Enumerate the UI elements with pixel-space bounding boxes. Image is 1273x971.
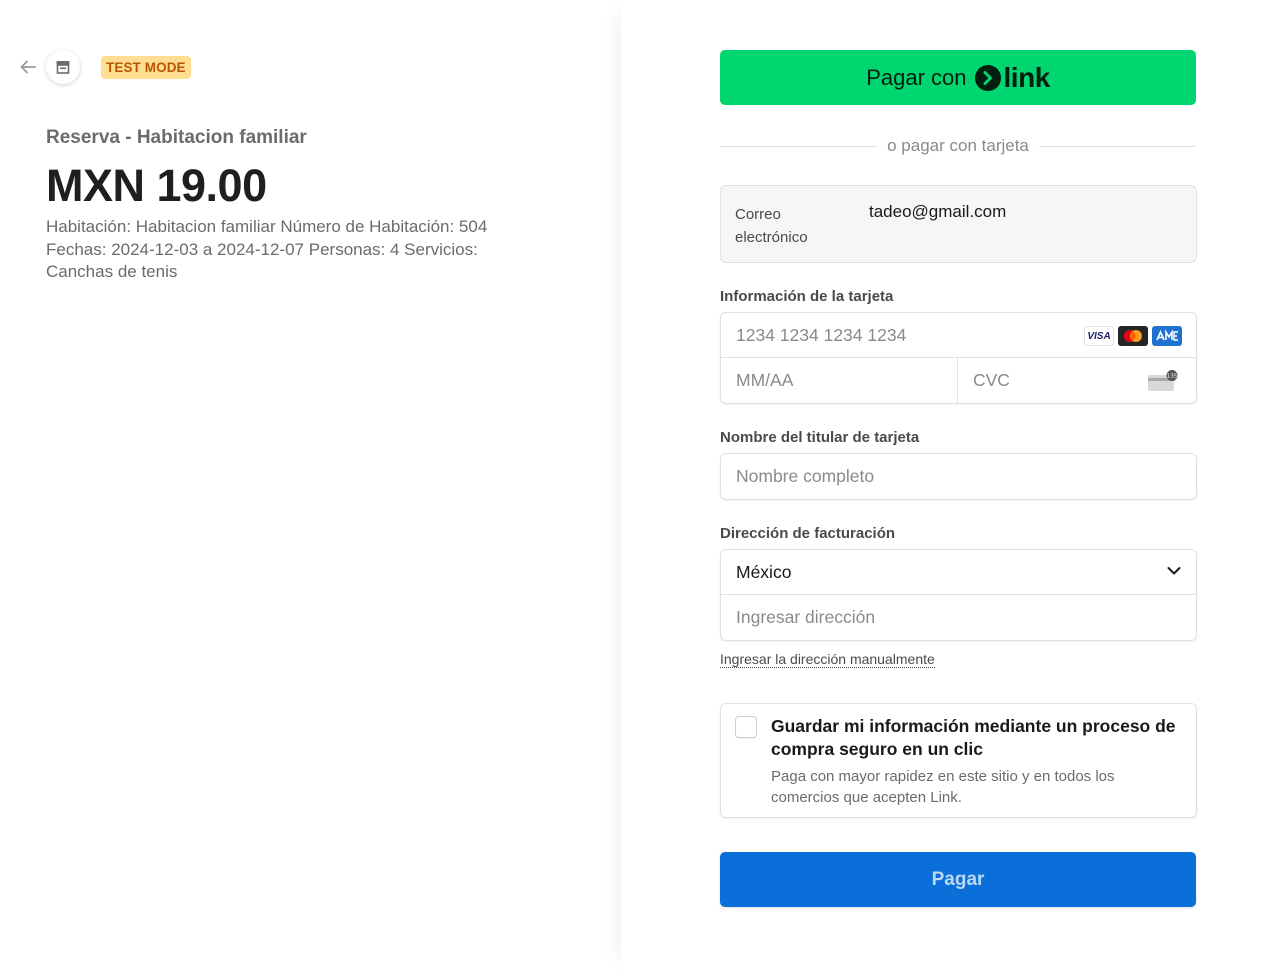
chevron-down-icon bbox=[1167, 567, 1181, 575]
country-select[interactable]: México bbox=[721, 550, 1196, 595]
card-number-input[interactable]: 1234 1234 1234 1234 VISA bbox=[721, 313, 1196, 358]
country-value: México bbox=[736, 562, 792, 582]
price-amount: MXN 19.00 bbox=[46, 160, 267, 211]
store-avatar[interactable] bbox=[46, 50, 80, 84]
cardholder-label: Nombre del titular de tarjeta bbox=[720, 429, 920, 446]
email-label: Correo electrónico bbox=[735, 206, 808, 246]
email-field[interactable]: Correo electrónico tadeo@gmail.com bbox=[720, 185, 1197, 263]
pay-button-label: Pagar bbox=[931, 868, 985, 890]
card-info-group: 1234 1234 1234 1234 VISA MM/AA CVC 135 bbox=[720, 312, 1197, 404]
product-description: Habitación: Habitacion familiar Número d… bbox=[46, 217, 488, 281]
test-mode-badge: TEST MODE bbox=[101, 56, 191, 79]
save-info-box: Guardar mi información mediante un proce… bbox=[720, 703, 1197, 818]
card-info-label: Información de la tarjeta bbox=[720, 288, 894, 305]
card-expiry-input[interactable]: MM/AA bbox=[721, 358, 958, 403]
card-cvc-input[interactable]: CVC 135 bbox=[958, 358, 1196, 403]
cvc-placeholder: CVC bbox=[973, 370, 1010, 390]
divider-line-right bbox=[1038, 145, 1197, 147]
expiry-placeholder: MM/AA bbox=[736, 370, 794, 390]
link-logo: link bbox=[974, 61, 1051, 94]
divider-text: o pagar con tarjeta bbox=[887, 136, 1029, 155]
save-info-title: Guardar mi información mediante un proce… bbox=[771, 716, 1176, 759]
card-brands: VISA bbox=[1084, 326, 1182, 346]
cvc-icon-text: 135 bbox=[1167, 374, 1178, 380]
billing-address-label: Dirección de facturación bbox=[720, 525, 896, 542]
payment-form-panel: Pagar con link o pagar con tarjeta Corre… bbox=[621, 0, 1273, 971]
link-chevron-icon bbox=[974, 64, 1001, 91]
amex-icon bbox=[1152, 326, 1182, 346]
visa-icon: VISA bbox=[1084, 326, 1114, 346]
address-input[interactable]: Ingresar dirección bbox=[721, 595, 1196, 640]
cardholder-placeholder: Nombre completo bbox=[736, 466, 875, 486]
store-icon bbox=[56, 61, 70, 74]
save-info-subtitle: Paga con mayor rapidez en este sitio y e… bbox=[771, 768, 1115, 806]
or-pay-with-card-divider: o pagar con tarjeta bbox=[720, 134, 1197, 158]
email-value: tadeo@gmail.com bbox=[869, 202, 1007, 221]
order-summary-panel: TEST MODE Reserva - Habitacion familiar … bbox=[0, 0, 621, 971]
mastercard-icon bbox=[1118, 326, 1148, 346]
pay-button[interactable]: Pagar bbox=[720, 852, 1196, 907]
pay-with-link-button[interactable]: Pagar con link bbox=[720, 50, 1196, 105]
save-info-checkbox[interactable] bbox=[735, 716, 757, 738]
cvc-card-icon: 135 bbox=[1148, 370, 1178, 391]
address-placeholder: Ingresar dirección bbox=[736, 607, 876, 627]
billing-address-group: México Ingresar dirección bbox=[720, 549, 1197, 641]
enter-address-manually-link[interactable]: Ingresar la dirección manualmente bbox=[720, 651, 935, 668]
pay-with-label: Pagar con bbox=[866, 64, 967, 90]
divider-line-left bbox=[720, 145, 878, 147]
cardholder-name-input[interactable]: Nombre completo bbox=[720, 453, 1197, 500]
card-number-placeholder: 1234 1234 1234 1234 bbox=[736, 325, 907, 345]
product-name: Reserva - Habitacion familiar bbox=[46, 127, 307, 148]
link-wordmark: link bbox=[1003, 61, 1051, 93]
back-arrow-icon[interactable] bbox=[18, 57, 38, 77]
